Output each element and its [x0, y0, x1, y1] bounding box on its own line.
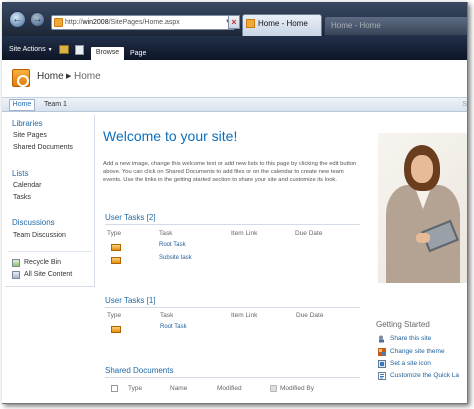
forward-arrow-icon[interactable]: → — [30, 12, 45, 27]
ql-heading-discussions[interactable]: Discussions — [12, 218, 55, 227]
gs-link-change-theme[interactable]: Change site theme — [390, 348, 445, 355]
breadcrumb-separator-icon: ▶ — [66, 73, 72, 80]
sd-col-modified-by[interactable]: Modified By — [280, 385, 314, 392]
shared-documents-title[interactable]: Shared Documents — [105, 366, 173, 375]
image-figure-face — [411, 155, 433, 183]
sd-col-name[interactable]: Name — [170, 385, 187, 392]
address-path: /SitePages/Home.aspx — [108, 19, 180, 26]
top-nav-team1[interactable]: Team 1 — [44, 101, 67, 108]
screenshot-paper: ← → http://win2008/SitePages/Home.aspx ▼… — [2, 2, 468, 404]
task-type-icon — [111, 326, 121, 333]
share-site-icon — [379, 335, 384, 343]
task-type-icon — [111, 257, 121, 264]
ut1-col-task[interactable]: Task — [160, 312, 173, 319]
sd-col-type[interactable]: Type — [128, 385, 142, 392]
ql-item-shared-documents[interactable]: Shared Documents — [13, 144, 73, 151]
chevron-down-icon: ▼ — [47, 47, 53, 53]
ut1-row-task[interactable]: Root Task — [160, 324, 187, 330]
breadcrumb-current: Home — [74, 71, 101, 82]
ribbon-bar: Site Actions ▼ Browse Page — [2, 36, 467, 60]
back-arrow-icon[interactable]: ← — [9, 11, 26, 28]
ql-item-tasks[interactable]: Tasks — [13, 194, 31, 201]
top-nav-home[interactable]: Home — [9, 99, 35, 111]
ut2-col-type[interactable]: Type — [107, 230, 121, 237]
welcome-text: Add a new image, change this welcome tex… — [103, 161, 357, 183]
ut2-col-task[interactable]: Task — [159, 230, 172, 237]
edit-page-icon[interactable] — [75, 45, 84, 55]
user-tasks-2-rule — [105, 224, 360, 225]
browser-tab-active[interactable]: Home - Home — [242, 14, 322, 36]
shared-documents-rule — [105, 377, 360, 378]
ut1-col-due-date[interactable]: Due Date — [296, 312, 323, 319]
tab-page[interactable]: Page — [130, 50, 146, 57]
browser-tab-inactive[interactable]: Home - Home — [324, 16, 467, 36]
sd-col-modified[interactable]: Modified — [217, 385, 242, 392]
welcome-title: Welcome to your site! — [103, 128, 238, 144]
browser-tab-title: Home - Home — [258, 19, 308, 28]
welcome-image — [378, 133, 467, 283]
all-site-content-icon — [12, 271, 20, 279]
recycle-bin-icon — [12, 259, 20, 267]
ut2-col-item-link[interactable]: Item Link — [231, 230, 257, 237]
user-tasks-1-rule — [105, 307, 360, 308]
ut2-row-task[interactable]: Root Task — [159, 242, 186, 248]
ql-item-calendar[interactable]: Calendar — [13, 182, 41, 189]
browser-tab-dim-title: Home - Home — [331, 21, 381, 30]
change-theme-icon — [378, 348, 386, 356]
ut2-row-task[interactable]: Subsite task — [159, 255, 192, 261]
top-navigation: Home Team 1 S — [2, 97, 467, 112]
modified-by-filter-icon — [270, 385, 277, 392]
tab-browse[interactable]: Browse — [91, 47, 124, 60]
top-nav-overflow: S — [462, 101, 467, 108]
ut1-col-item-link[interactable]: Item Link — [231, 312, 257, 319]
customize-quick-launch-icon — [378, 372, 386, 380]
gs-link-customize-quick-launch[interactable]: Customize the Quick La — [390, 372, 459, 379]
getting-started-title: Getting Started — [376, 320, 430, 329]
site-actions-label: Site Actions — [9, 46, 46, 53]
ut2-col-due-date[interactable]: Due Date — [295, 230, 322, 237]
ql-item-site-pages[interactable]: Site Pages — [13, 132, 47, 139]
site-title-area: Home ▶ Home — [2, 60, 467, 97]
image-hand — [416, 233, 430, 243]
navigate-up-icon[interactable] — [59, 45, 69, 54]
address-prefix: http:// — [65, 19, 83, 26]
ql-heading-libraries[interactable]: Libraries — [12, 119, 43, 128]
page-favicon-icon — [54, 18, 63, 27]
quick-launch: Libraries Site Pages Shared Documents Li… — [5, 115, 95, 287]
address-host: win2008 — [82, 19, 109, 26]
torn-paper-edge — [2, 397, 467, 403]
user-tasks-1-title[interactable]: User Tasks [1] — [105, 296, 156, 305]
breadcrumb-root[interactable]: Home — [37, 71, 64, 82]
task-type-icon — [111, 244, 121, 251]
user-tasks-2-title[interactable]: User Tasks [2] — [105, 213, 156, 222]
tab-favicon-icon — [246, 19, 255, 28]
ql-item-team-discussion[interactable]: Team Discussion — [13, 232, 66, 239]
address-bar[interactable]: http://win2008/SitePages/Home.aspx ▼ — [51, 15, 235, 30]
ql-divider — [8, 251, 92, 252]
gs-link-share-site[interactable]: Share this site — [390, 335, 431, 342]
gs-link-set-site-icon[interactable]: Set a site icon — [390, 360, 431, 367]
browser-toolbar: ← → http://win2008/SitePages/Home.aspx ▼… — [2, 2, 467, 36]
ql-item-all-site-content[interactable]: All Site Content — [24, 271, 72, 278]
site-logo-icon[interactable] — [12, 69, 30, 87]
select-all-checkbox[interactable] — [111, 385, 118, 392]
site-actions-menu[interactable]: Site Actions ▼ — [9, 46, 53, 53]
ql-heading-lists[interactable]: Lists — [12, 169, 28, 178]
set-site-icon-icon — [378, 360, 386, 368]
stop-icon[interactable]: × — [228, 15, 240, 29]
ql-item-recycle-bin[interactable]: Recycle Bin — [24, 259, 61, 266]
ut1-col-type[interactable]: Type — [107, 312, 121, 319]
